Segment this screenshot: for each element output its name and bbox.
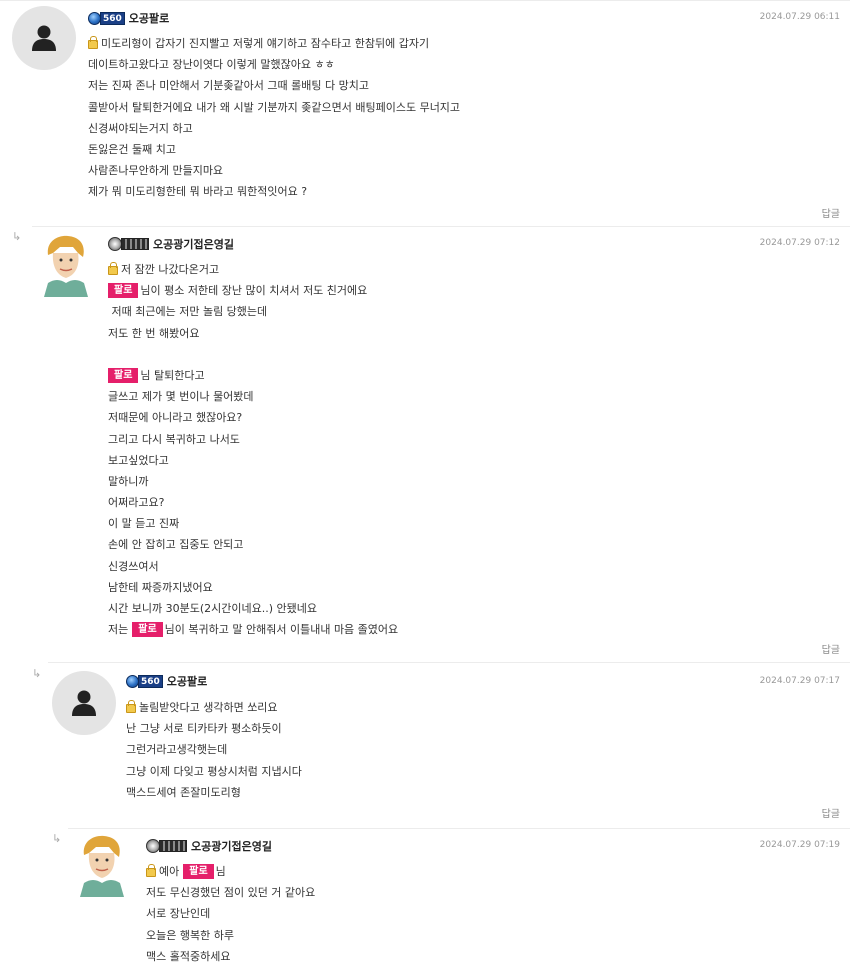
lock-icon: [88, 36, 98, 50]
comment-3: 560 오공팔로 2024.07.29 07:17 놀림받앗다고 생각하면 쏘리…: [48, 662, 850, 828]
nickname[interactable]: 오공팔로: [129, 10, 169, 26]
level-badge: [108, 237, 149, 252]
person-icon: [72, 690, 96, 716]
comment-body: 미도리형이 갑자기 진지빨고 저렇게 얘기하고 잠수타고 한참뒤에 갑자기 데이…: [88, 36, 461, 199]
mention-tag[interactable]: 팔로: [108, 283, 139, 299]
comment-body: 저 잠깐 나갔다온거고 팔로 님이 평소 저한테 장난 많이 치셔서 저도 친거에…: [108, 262, 399, 638]
reply-button[interactable]: 답글: [822, 805, 840, 820]
reply-arrow-icon: ↳: [32, 667, 42, 680]
reply-arrow-icon: ↳: [12, 230, 22, 243]
lock-icon: [108, 262, 118, 276]
comment-4: 오공광기접은영길 2024.07.29 07:19 예아 팔로 님 저도 무신경했던…: [68, 828, 850, 967]
comment-date: 2024.07.29 07:17: [759, 676, 840, 686]
mention-tag[interactable]: 팔로: [183, 864, 214, 880]
cartoon-avatar[interactable]: [74, 833, 130, 897]
comment-body: 놀림받앗다고 생각하면 쏘리요 난 그냥 서로 티카타카 평소하듯이 그런거라고…: [126, 700, 302, 799]
avatar[interactable]: [12, 6, 76, 70]
reply-arrow-icon: ↳: [52, 832, 62, 845]
mention-tag[interactable]: 팔로: [132, 622, 163, 638]
person-icon: [32, 25, 56, 51]
nickname[interactable]: 오공광기접은영길: [191, 838, 272, 854]
mention-tag[interactable]: 팔로: [108, 368, 139, 384]
level-badge: [146, 839, 187, 854]
comment-date: 2024.07.29 06:11: [759, 12, 840, 22]
comment-date: 2024.07.29 07:19: [759, 840, 840, 850]
nickname[interactable]: 오공광기접은영길: [153, 236, 234, 252]
avatar[interactable]: [52, 671, 116, 735]
level-badge: 560: [88, 11, 125, 26]
comment-body: 예아 팔로 님 저도 무신경했던 점이 있던 거 같아요 서로 장난인데 오늘은 행…: [146, 864, 316, 963]
comment-2: 오공광기접은영길 2024.07.29 07:12 저 잠깐 나갔다온거고 팔로…: [32, 226, 850, 662]
level-badge: 560: [126, 674, 163, 689]
reply-button[interactable]: 답글: [822, 641, 840, 656]
cartoon-avatar[interactable]: [38, 233, 94, 297]
reply-button[interactable]: 답글: [822, 205, 840, 220]
comment-date: 2024.07.29 07:12: [759, 238, 840, 248]
nickname[interactable]: 오공팔로: [167, 673, 207, 689]
comment-1: 560 오공팔로 2024.07.29 06:11 미도리형이 갑자기 진지빨고…: [0, 0, 850, 226]
lock-icon: [146, 864, 156, 878]
lock-icon: [126, 700, 136, 714]
